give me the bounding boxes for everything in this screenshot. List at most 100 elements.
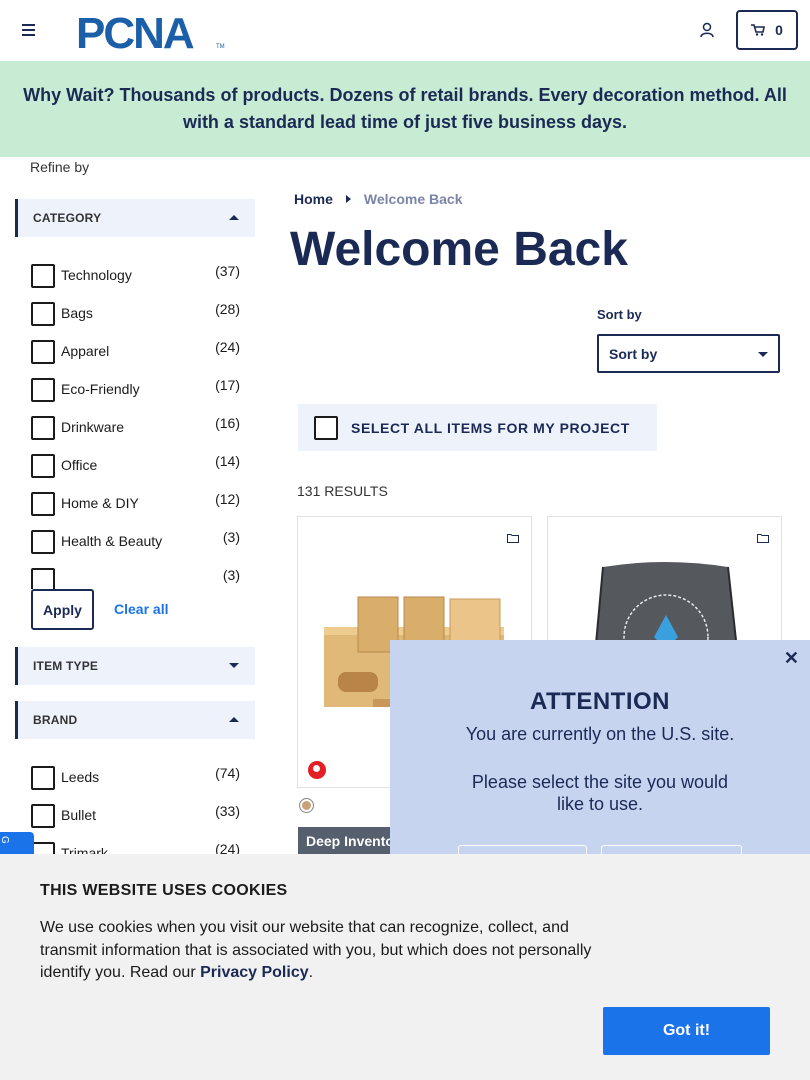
- privacy-policy-link[interactable]: Privacy Policy: [200, 964, 309, 981]
- facet-count: (74): [215, 765, 240, 781]
- results-count: 131 RESULTS: [297, 483, 388, 499]
- facet-count: (12): [215, 491, 240, 507]
- breadcrumb: Home Welcome Back: [294, 191, 462, 207]
- cookie-banner: THIS WEBSITE USES COOKIES We use cookies…: [0, 854, 810, 1080]
- caret-right-icon: [345, 195, 351, 203]
- category-list: Technology (37) Bags (28) Apparel (24) Eco-…: [31, 260, 246, 589]
- sort-select[interactable]: Sort by: [597, 334, 780, 373]
- facet-label: Technology: [61, 267, 132, 283]
- facet-category-header[interactable]: CATEGORY: [15, 199, 255, 237]
- facet-count: (3): [222, 567, 240, 583]
- facet-item[interactable]: Office (14): [31, 450, 246, 488]
- checkbox[interactable]: [31, 340, 55, 364]
- facet-item[interactable]: Apparel (24): [31, 336, 246, 374]
- cookie-text: We use cookies when you visit our websit…: [40, 917, 605, 985]
- sort-value: Sort by: [609, 345, 658, 362]
- facet-label: Eco-Friendly: [61, 381, 140, 397]
- checkbox[interactable]: [31, 416, 55, 440]
- facet-label: Health & Beauty: [61, 533, 163, 549]
- facet-count: (24): [215, 339, 240, 355]
- facet-label: Bags: [61, 305, 93, 321]
- facet-count: (28): [215, 301, 240, 317]
- select-all-checkbox[interactable]: [314, 415, 338, 440]
- facet-item-type-header[interactable]: ITEM TYPE: [15, 647, 255, 685]
- facet-count: (14): [215, 453, 240, 469]
- checkbox[interactable]: [31, 454, 55, 478]
- chevron-down-icon: [758, 352, 768, 357]
- checkbox[interactable]: [31, 264, 55, 288]
- pcna-logo[interactable]: PCNA TM: [76, 10, 226, 52]
- apply-button[interactable]: Apply: [31, 589, 94, 630]
- modal-line-1: You are currently on the U.S. site.: [465, 724, 735, 744]
- facet-item[interactable]: Health & Beauty (3): [31, 526, 246, 564]
- color-swatch[interactable]: [299, 798, 314, 813]
- facet-brand-header[interactable]: BRAND: [15, 701, 255, 739]
- promo-banner: Why Wait? Thousands of products. Dozens …: [0, 61, 810, 157]
- facet-title: CATEGORY: [33, 211, 102, 225]
- caret-up-icon: [229, 215, 239, 220]
- site-selector-modal: ✕ ATTENTION You are currently on the U.S…: [390, 640, 810, 857]
- facet-label: Office: [61, 457, 98, 473]
- brand-badge-icon: [308, 761, 326, 779]
- modal-title: ATTENTION: [529, 688, 671, 715]
- got-it-button[interactable]: Got it!: [603, 1007, 770, 1055]
- facet-count: (3): [222, 529, 240, 545]
- svg-text:PCNA: PCNA: [76, 10, 194, 52]
- select-all-bar[interactable]: SELECT ALL ITEMS FOR MY PROJECT: [298, 404, 657, 451]
- facet-label: Leeds: [61, 769, 100, 785]
- add-to-project-icon[interactable]: [757, 533, 769, 543]
- facet-item[interactable]: Trimark (24): [31, 838, 246, 854]
- facet-count: (24): [215, 841, 240, 854]
- checkbox[interactable]: [31, 568, 55, 589]
- checkbox[interactable]: [31, 378, 55, 402]
- facet-item[interactable]: Bags (28): [31, 298, 246, 336]
- cart-button[interactable]: 0: [736, 10, 798, 50]
- select-all-label: SELECT ALL ITEMS FOR MY PROJECT: [351, 419, 630, 436]
- checkbox[interactable]: [31, 492, 55, 516]
- side-feedback-tab[interactable]: G: [0, 832, 34, 854]
- add-to-project-icon[interactable]: [507, 533, 519, 543]
- facet-label: Home & DIY: [61, 495, 139, 511]
- account-icon[interactable]: [699, 22, 715, 38]
- menu-icon[interactable]: [22, 24, 35, 36]
- caret-down-icon: [229, 663, 239, 668]
- cart-icon: [751, 24, 766, 36]
- checkbox[interactable]: [31, 804, 55, 828]
- cart-count: 0: [775, 22, 783, 38]
- facet-item[interactable]: Leeds (74): [31, 762, 246, 800]
- breadcrumb-home[interactable]: Home: [294, 191, 333, 207]
- facet-count: (37): [215, 263, 240, 279]
- facet-item[interactable]: Bullet (33): [31, 800, 246, 838]
- side-tab-glyph: G: [0, 836, 10, 844]
- checkbox[interactable]: [31, 302, 55, 326]
- breadcrumb-current: Welcome Back: [363, 191, 463, 207]
- checkbox[interactable]: [31, 842, 55, 854]
- facet-item[interactable]: Home & DIY (12): [31, 488, 246, 526]
- cookie-title: THIS WEBSITE USES COOKIES: [40, 882, 288, 899]
- checkbox[interactable]: [31, 766, 55, 790]
- caret-up-icon: [229, 717, 239, 722]
- facet-title: BRAND: [33, 713, 78, 727]
- brand-list: Leeds (74) Bullet (33) Trimark (24): [31, 762, 246, 854]
- close-icon[interactable]: ✕: [784, 648, 799, 669]
- facet-count: (17): [215, 377, 240, 393]
- cookie-body: We use cookies when you visit our websit…: [40, 919, 592, 981]
- facet-title: ITEM TYPE: [33, 659, 99, 673]
- site-header: PCNA TM 0: [0, 0, 810, 61]
- promo-text: Why Wait? Thousands of products. Dozens …: [23, 85, 787, 132]
- facet-count: (33): [215, 803, 240, 819]
- cookie-end: .: [308, 964, 314, 981]
- svg-text:TM: TM: [216, 44, 225, 50]
- facet-label: Trimark: [61, 845, 108, 854]
- facet-item[interactable]: Technology (37): [31, 260, 246, 298]
- facet-item[interactable]: (3): [31, 564, 246, 589]
- facet-count: (16): [215, 415, 240, 431]
- modal-line-2: Please select the site you would like to…: [471, 772, 729, 814]
- facet-label: Apparel: [61, 343, 110, 359]
- facet-label: Drinkware: [61, 419, 125, 435]
- checkbox[interactable]: [31, 530, 55, 554]
- facet-item[interactable]: Drinkware (16): [31, 412, 246, 450]
- refine-label: Refine by: [30, 159, 90, 175]
- clear-all-link[interactable]: Clear all: [114, 601, 168, 617]
- facet-item[interactable]: Eco-Friendly (17): [31, 374, 246, 412]
